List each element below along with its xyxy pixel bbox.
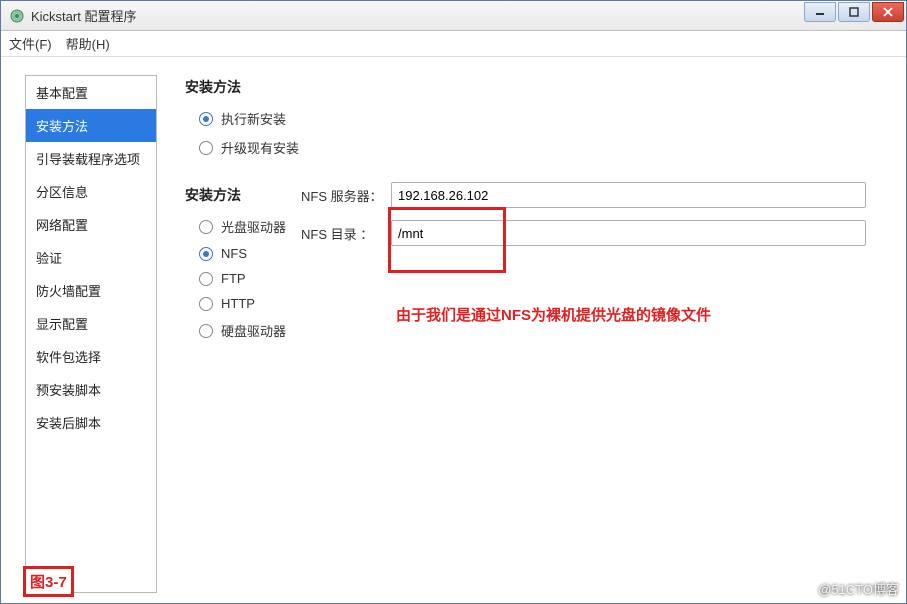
sidebar: 基本配置 安装方法 引导装载程序选项 分区信息 网络配置 验证 防火墙配置 显示… <box>25 75 157 593</box>
radio-label: 升级现有安装 <box>221 138 299 157</box>
radio-icon <box>199 297 213 311</box>
annotation-text: 由于我们是通过NFS为裸机提供光盘的镜像文件 <box>396 304 711 325</box>
radio-label: 执行新安装 <box>221 109 286 128</box>
radio-ftp[interactable]: FTP <box>185 271 886 286</box>
sidebar-item-install-method[interactable]: 安装方法 <box>26 109 156 142</box>
sidebar-item-network[interactable]: 网络配置 <box>26 208 156 241</box>
sidebar-item-firewall[interactable]: 防火墙配置 <box>26 274 156 307</box>
nfs-server-input[interactable] <box>391 182 866 208</box>
radio-label: FTP <box>221 271 246 286</box>
nfs-dir-label: NFS 目录 ： <box>301 224 391 243</box>
radio-icon <box>199 272 213 286</box>
sidebar-item-display[interactable]: 显示配置 <box>26 307 156 340</box>
menu-help[interactable]: 帮助(H) <box>66 34 110 53</box>
nfs-dir-input[interactable] <box>391 220 866 246</box>
radio-icon <box>199 112 213 126</box>
sidebar-item-basic[interactable]: 基本配置 <box>26 76 156 109</box>
radio-icon <box>199 141 213 155</box>
sidebar-item-postscript[interactable]: 安装后脚本 <box>26 406 156 439</box>
close-button[interactable] <box>872 2 904 22</box>
main-panel: 安装方法 执行新安装 升级现有安装 安装方法 光盘驱动器 NFS FT <box>157 75 886 593</box>
menu-file[interactable]: 文件(F) <box>9 34 52 53</box>
radio-label: NFS <box>221 246 247 261</box>
minimize-button[interactable] <box>804 2 836 22</box>
radio-fresh-install[interactable]: 执行新安装 <box>185 109 886 128</box>
app-icon <box>9 8 25 24</box>
titlebar: Kickstart 配置程序 <box>1 1 906 31</box>
nfs-server-row: NFS 服务器： <box>301 182 866 208</box>
nfs-dir-row: NFS 目录 ： <box>301 220 866 246</box>
radio-icon <box>199 247 213 261</box>
nfs-server-label: NFS 服务器： <box>301 186 391 205</box>
radio-label: 硬盘驱动器 <box>221 321 286 340</box>
sidebar-item-packages[interactable]: 软件包选择 <box>26 340 156 373</box>
radio-icon <box>199 220 213 234</box>
window-title: Kickstart 配置程序 <box>31 6 802 25</box>
sidebar-item-bootloader[interactable]: 引导装载程序选项 <box>26 142 156 175</box>
watermark: @51CTO博客 <box>818 579 899 598</box>
sidebar-item-partition[interactable]: 分区信息 <box>26 175 156 208</box>
figure-label: 图3-7 <box>23 566 74 597</box>
sidebar-item-prescript[interactable]: 预安装脚本 <box>26 373 156 406</box>
menubar: 文件(F) 帮助(H) <box>1 31 906 57</box>
content-area: 基本配置 安装方法 引导装载程序选项 分区信息 网络配置 验证 防火墙配置 显示… <box>1 57 906 603</box>
install-type-title: 安装方法 <box>185 77 886 97</box>
radio-upgrade-install[interactable]: 升级现有安装 <box>185 138 886 157</box>
radio-label: 光盘驱动器 <box>221 217 286 236</box>
maximize-button[interactable] <box>838 2 870 22</box>
window-controls <box>802 2 904 24</box>
nfs-fields: NFS 服务器： NFS 目录 ： <box>301 182 866 258</box>
radio-icon <box>199 324 213 338</box>
app-window: Kickstart 配置程序 文件(F) 帮助(H) 基本配置 安装方法 引导装… <box>0 0 907 604</box>
sidebar-item-auth[interactable]: 验证 <box>26 241 156 274</box>
radio-label: HTTP <box>221 296 255 311</box>
